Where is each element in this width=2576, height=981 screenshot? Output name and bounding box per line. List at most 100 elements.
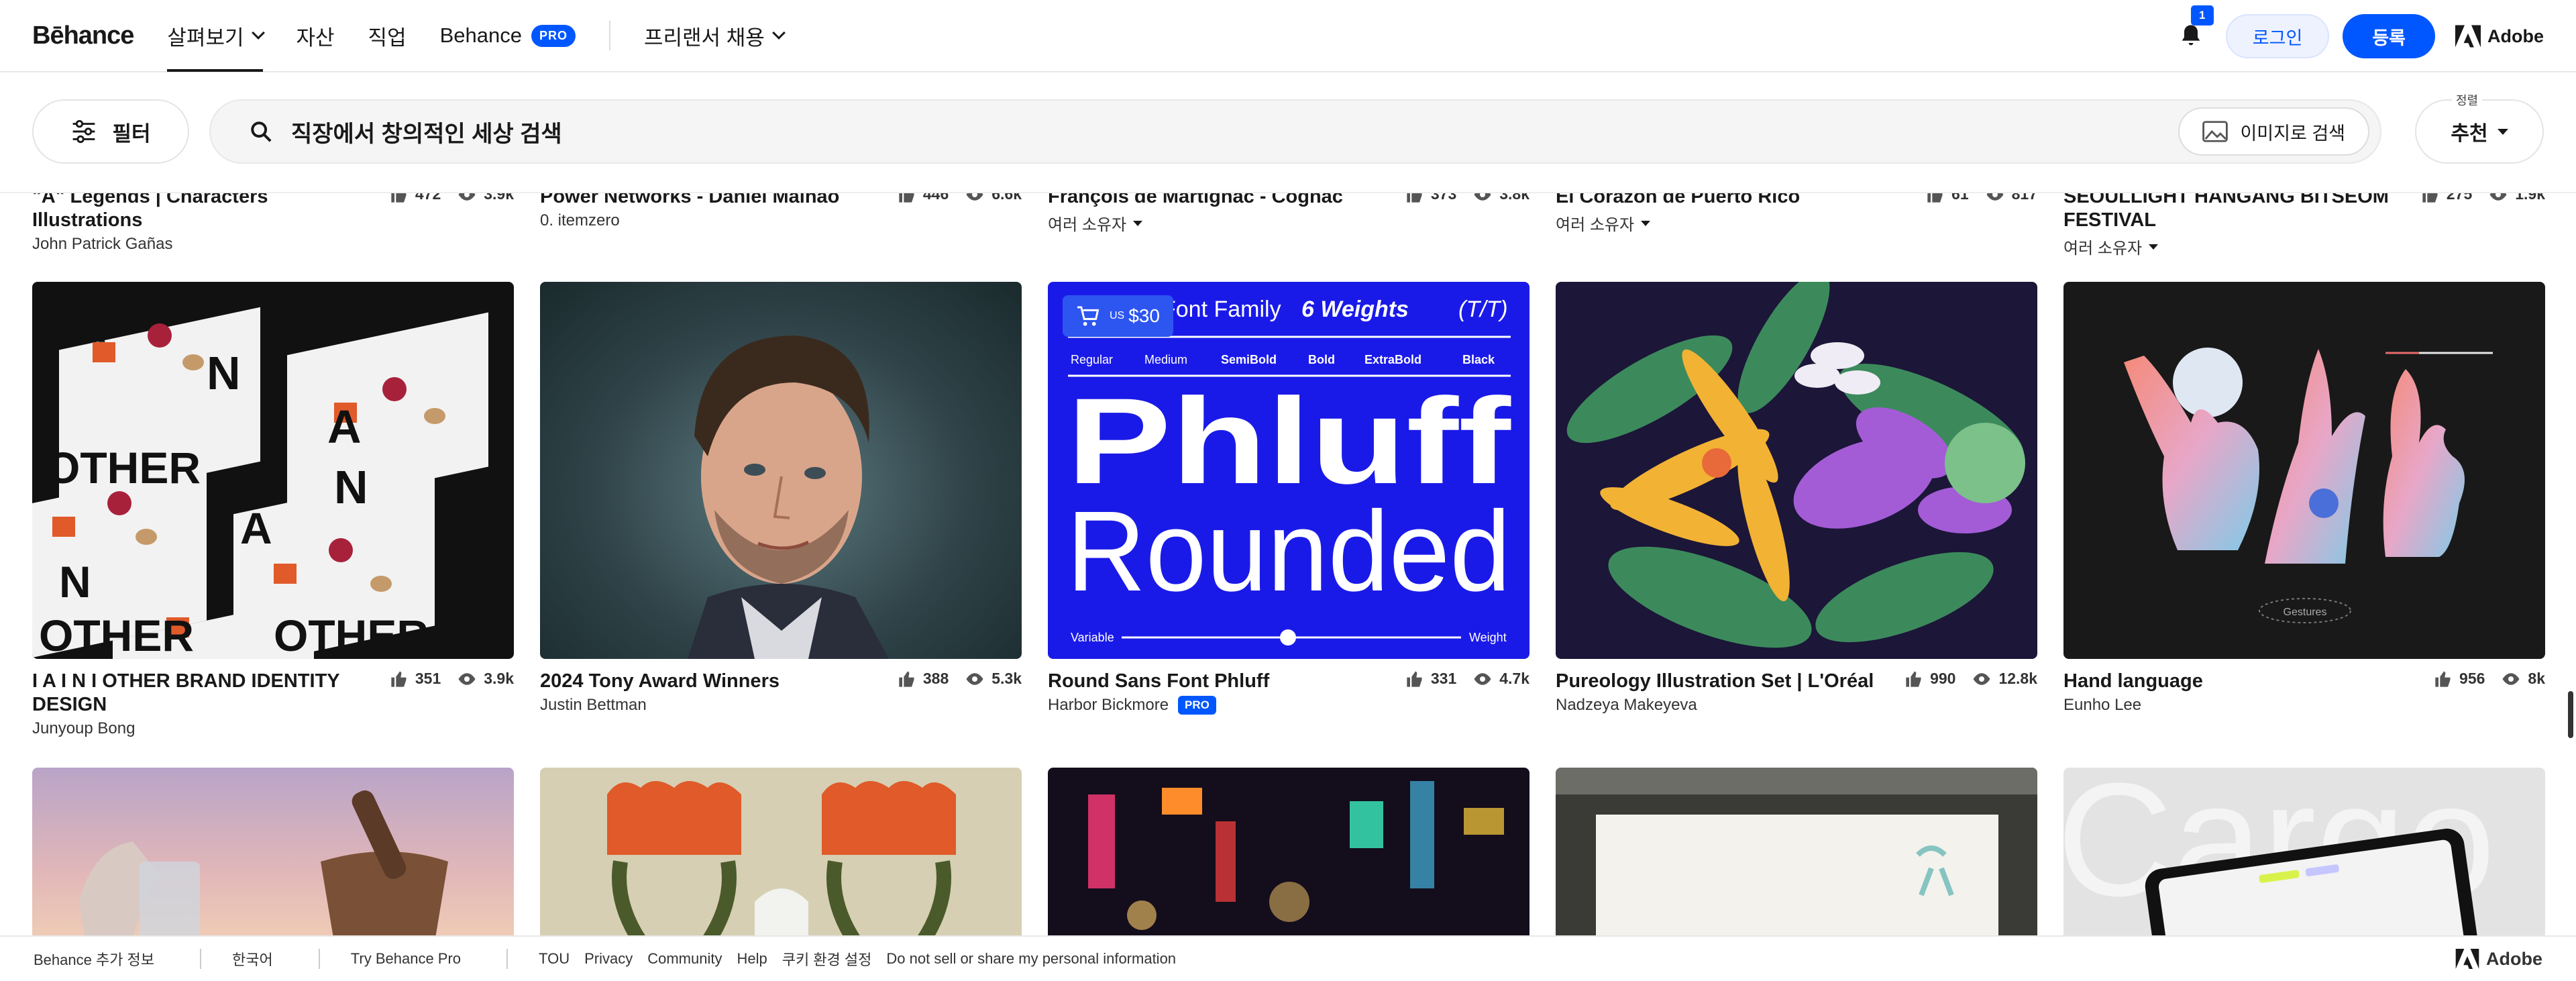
project-title[interactable]: Hand language	[2063, 670, 2399, 693]
search-icon	[251, 121, 272, 142]
project-owner[interactable]: John Patrick Gañas	[32, 235, 514, 254]
footer-adobe-link[interactable]: Adobe	[2455, 949, 2542, 970]
project-owner[interactable]: Nadzeya Makeyeva	[1556, 696, 2037, 715]
project-owner[interactable]: 0. itemzero	[540, 211, 1022, 230]
project-thumbnail[interactable]	[1556, 768, 2037, 942]
project-card-info[interactable]: Pureology Illustration Set | L'Oréal Nad…	[1556, 670, 2037, 715]
project-owners-dropdown[interactable]: 여러 소유자	[2063, 235, 2545, 258]
project-title[interactable]: Round Sans Font Phluff	[1048, 670, 1383, 693]
nav-hire-freelancers[interactable]: 프리랜서 채용	[644, 0, 786, 72]
thumbs-up-icon	[1906, 670, 1921, 687]
adobe-label: Adobe	[2487, 25, 2544, 46]
footer-do-not-sell-link[interactable]: Do not sell or share my personal informa…	[886, 950, 1176, 968]
project-title[interactable]: I A I N I OTHER BRAND IDENTITY DESIGN	[32, 670, 368, 717]
project-thumbnail[interactable]	[1048, 768, 1529, 942]
project-owner-row[interactable]: Harbor Bickmore PRO	[1048, 696, 1529, 715]
weight-label: Bold	[1308, 353, 1335, 366]
footer-cookie-settings[interactable]: 쿠키 환경 설정	[782, 948, 872, 970]
views-count: 12.8k	[1998, 670, 2037, 687]
footer-help-link[interactable]: Help	[737, 950, 767, 968]
views-stat: 3.9k	[457, 670, 514, 688]
gestures-label: Gestures	[2284, 607, 2327, 618]
eye-icon	[966, 672, 983, 685]
project-owner[interactable]: Eunho Lee	[2063, 696, 2545, 715]
signup-button[interactable]: 등록	[2343, 14, 2435, 58]
project-stats: 990 12.8k	[1888, 670, 2037, 688]
storefront-artwork	[1556, 768, 2037, 942]
project-title[interactable]: 2024 Tony Award Winners	[540, 670, 875, 693]
project-owners-dropdown[interactable]: 여러 소유자	[1048, 211, 1529, 235]
adobe-logo-icon	[2455, 949, 2479, 969]
thumbs-up-icon	[2435, 670, 2451, 687]
nav-behance-pro[interactable]: Behance PRO	[440, 0, 576, 72]
project-owner: 여러 소유자	[1556, 216, 1635, 234]
project-thumbnail[interactable]	[540, 768, 1022, 942]
caret-down-icon	[2497, 128, 2508, 135]
project-card-info[interactable]: I A I N I OTHER BRAND IDENTITY DESIGN Ju…	[32, 670, 514, 738]
footer-more-info[interactable]: Behance 추가 정보	[34, 948, 154, 970]
search-input[interactable]: 직장에서 창의적인 세상 검색 이미지로 검색	[209, 99, 2381, 164]
footer-divider	[506, 949, 508, 969]
notifications-button[interactable]: 1	[2178, 5, 2214, 50]
project-thumbnail[interactable]	[1556, 282, 2037, 659]
footer-language-select[interactable]: 한국어	[232, 948, 273, 970]
price-value: $30	[1128, 305, 1160, 326]
project-owner: 여러 소유자	[1048, 216, 1127, 234]
nav-explore[interactable]: 살펴보기	[167, 0, 265, 72]
footer-tou-link[interactable]: TOU	[539, 950, 570, 968]
eye-icon	[1474, 672, 1491, 685]
price-currency: US	[1110, 310, 1125, 321]
weight-label: SemiBold	[1221, 353, 1277, 366]
project-owner[interactable]: Junyoup Bong	[32, 719, 514, 738]
project-card-info[interactable]: "A" Legends | Characters Illustrations J…	[32, 185, 514, 254]
image-search-label: 이미지로 검색	[2240, 123, 2345, 144]
project-thumbnail[interactable]: Gestures	[2063, 282, 2545, 659]
project-thumbnail[interactable]	[32, 768, 514, 942]
project-owners-dropdown[interactable]: 여러 소유자	[1556, 211, 2037, 235]
footer-try-pro[interactable]: Try Behance Pro	[351, 950, 461, 968]
portrait-artwork	[688, 335, 889, 659]
artwork-letter: OTHER	[274, 611, 429, 659]
nav-divider	[609, 21, 610, 50]
project-thumbnail[interactable]: Cargo	[2063, 768, 2545, 942]
scrollbar-thumb[interactable]	[2568, 691, 2573, 738]
project-card-info[interactable]: Round Sans Font Phluff Harbor Bickmore PR…	[1048, 670, 1529, 715]
nav-hire-label: 프리랜서 채용	[644, 25, 765, 50]
project-thumbnail[interactable]	[540, 282, 1022, 659]
likes-stat: 388	[898, 670, 949, 688]
login-button[interactable]: 로그인	[2225, 14, 2330, 58]
caret-down-icon	[2149, 244, 2159, 250]
price-badge[interactable]: US $30	[1063, 295, 1173, 337]
project-thumbnail[interactable]: A N A N OTHER A N OTHER OTHER	[32, 282, 514, 659]
notification-count-badge: 1	[2190, 5, 2214, 25]
hand-language-artwork: Gestures	[2124, 348, 2493, 623]
project-thumbnail[interactable]: Font Family 6 Weights (T/T) Regular Medi…	[1048, 282, 1529, 659]
project-owner: Harbor Bickmore	[1048, 696, 1169, 714]
artwork-letter: N	[207, 347, 241, 399]
footer-community-link[interactable]: Community	[647, 950, 722, 968]
adobe-link[interactable]: Adobe	[2455, 25, 2544, 48]
artwork-letter: N	[59, 557, 91, 607]
artwork-letter: OTHER	[46, 443, 201, 493]
nav-jobs[interactable]: 직업	[368, 0, 407, 72]
views-count: 3.9k	[484, 670, 514, 687]
sort-dropdown[interactable]: 추천	[2415, 99, 2544, 164]
project-owner[interactable]: Justin Bettman	[540, 696, 1022, 715]
project-card-info[interactable]: SEOULLIGHT HANGANG BITSEOM FESTIVAL 여러 소…	[2063, 185, 2545, 258]
nav-assets[interactable]: 자산	[297, 0, 335, 72]
footer-privacy-link[interactable]: Privacy	[584, 950, 633, 968]
behance-logo[interactable]: Bēhance	[32, 21, 134, 50]
search-placeholder: 직장에서 창의적인 세상 검색	[291, 121, 562, 147]
views-stat: 5.3k	[965, 670, 1022, 688]
likes-count: 990	[1930, 670, 1956, 687]
pureology-artwork	[1566, 282, 2025, 648]
project-stats: 331 4.7k	[1389, 670, 1529, 688]
filter-button[interactable]: 필터	[32, 99, 189, 164]
project-title[interactable]: Pureology Illustration Set | L'Oréal	[1556, 670, 1891, 693]
project-card-info[interactable]: 2024 Tony Award Winners Justin Bettman 3…	[540, 670, 1022, 715]
eye-icon	[1973, 672, 1990, 685]
project-card-info[interactable]: Hand language Eunho Lee 956 8k	[2063, 670, 2545, 715]
phluff-display-line-2: Rounded	[1067, 488, 1511, 615]
likes-count: 351	[415, 670, 441, 687]
image-search-button[interactable]: 이미지로 검색	[2178, 107, 2369, 156]
